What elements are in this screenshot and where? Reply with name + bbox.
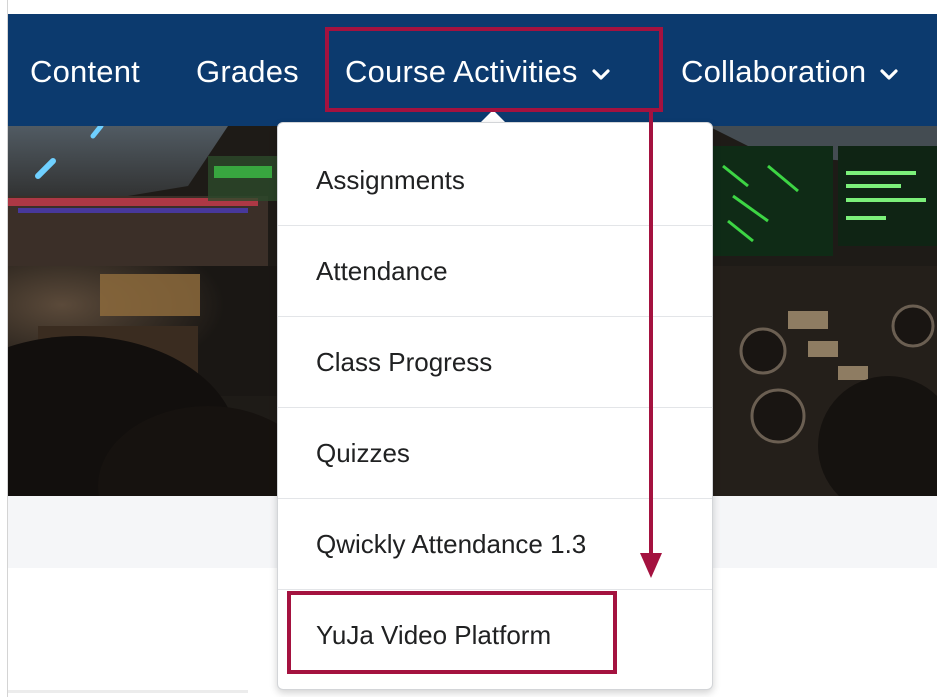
pointer-arrow: [640, 110, 662, 578]
